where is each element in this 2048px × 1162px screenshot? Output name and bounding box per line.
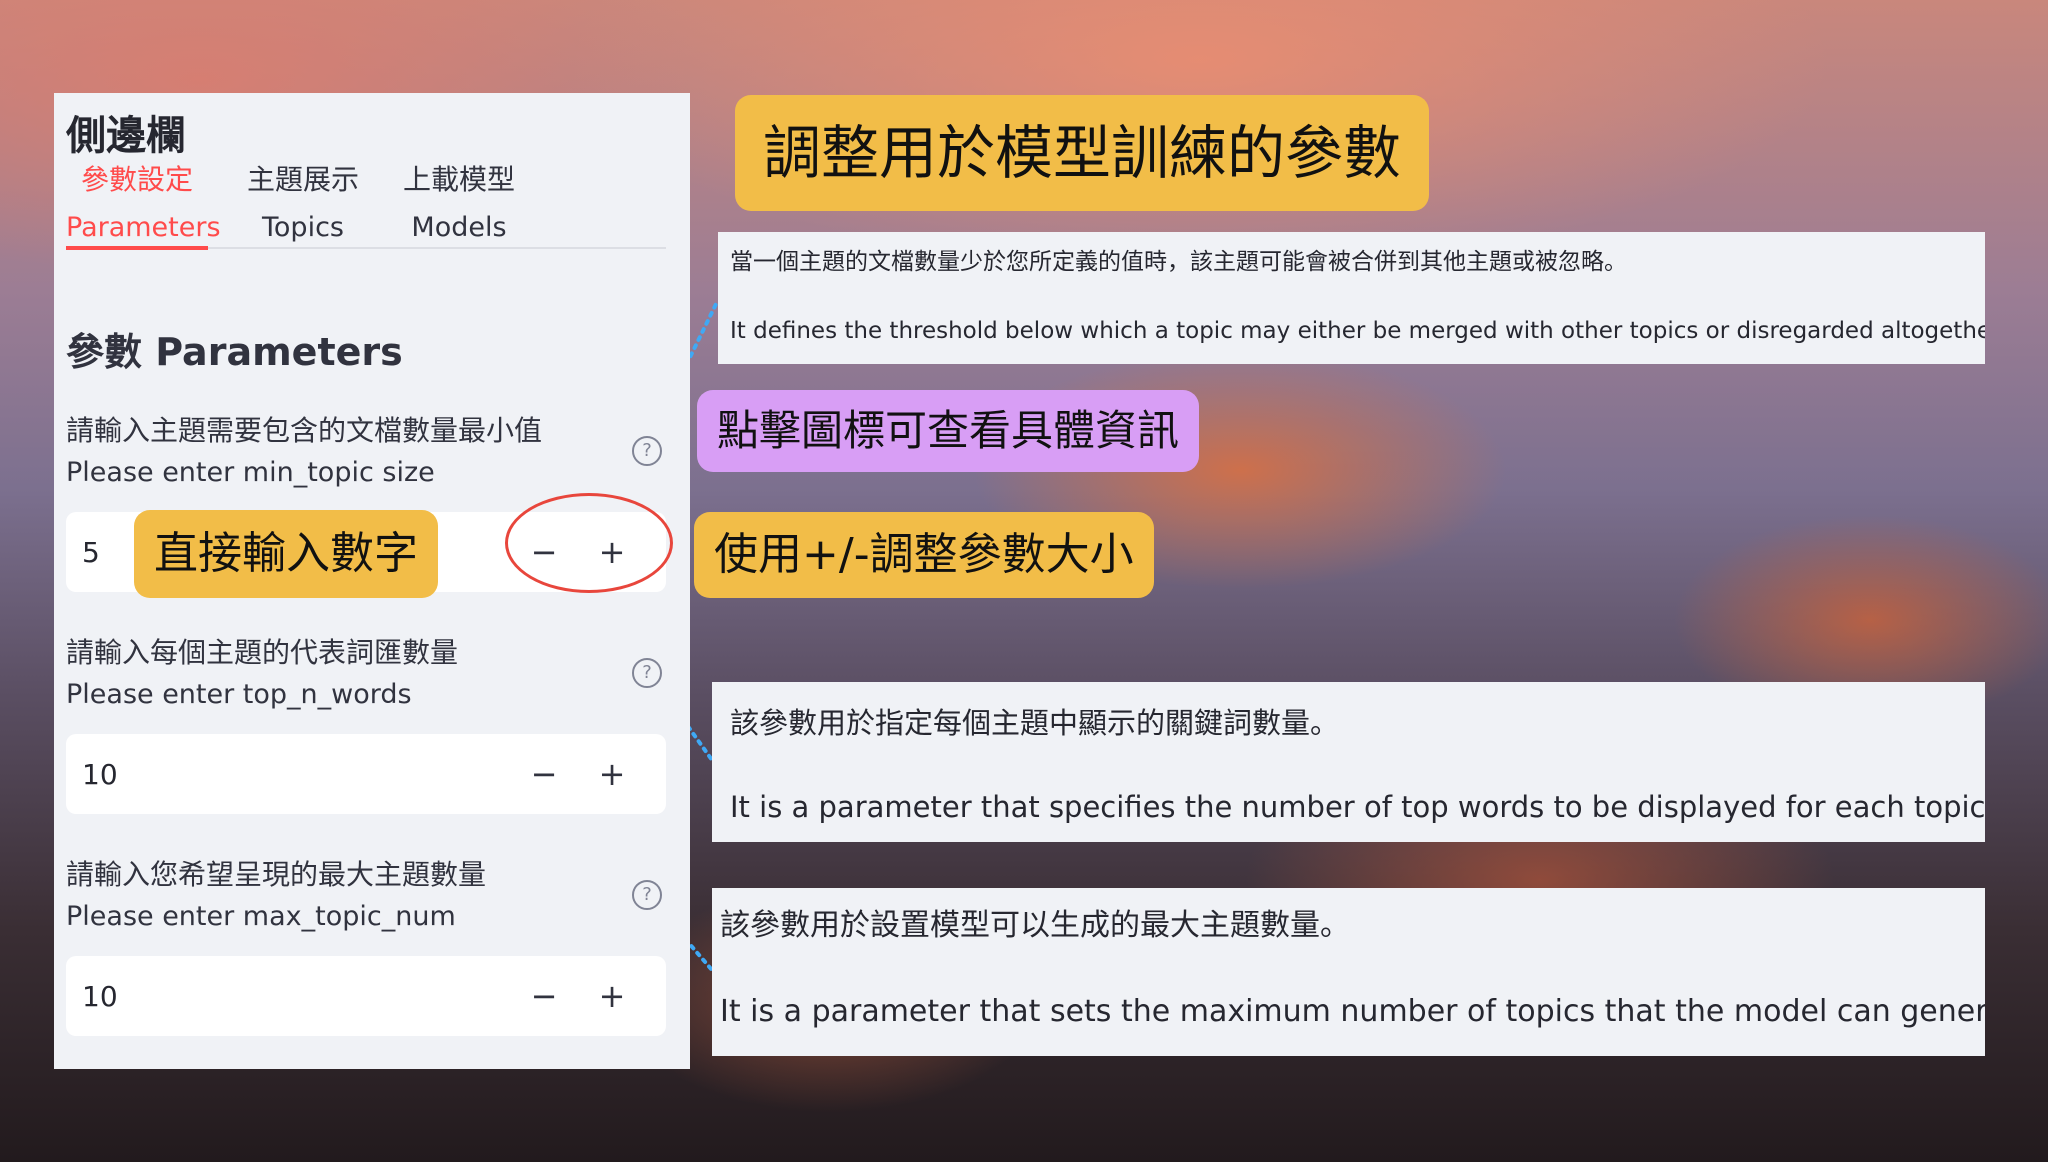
sidebar-title: 側邊欄	[66, 113, 186, 159]
max-topic-num-input: − +	[66, 956, 666, 1036]
param-label-en: Please enter max_topic_num	[66, 901, 456, 932]
tab-parameters[interactable]: 參數設定 Parameters	[66, 155, 221, 251]
help-icon[interactable]: ?	[632, 436, 662, 466]
param-label-zh: 請輸入每個主題的代表詞匯數量	[66, 636, 459, 669]
tab-label-zh: 參數設定	[80, 163, 193, 196]
tooltip-text-zh: 當一個主題的文檔數量少於您所定義的值時，該主題可能會被合併到其他主題或被忽略。	[730, 249, 1627, 275]
tooltip-min-topic-size: 當一個主題的文檔數量少於您所定義的值時，該主題可能會被合併到其他主題或被忽略。 …	[718, 232, 1985, 364]
tab-label-en: Parameters	[66, 212, 221, 243]
tab-models[interactable]: 上載模型 Models	[384, 155, 534, 251]
param-label-zh: 請輸入您希望呈現的最大主題數量	[66, 858, 487, 891]
increment-button[interactable]: +	[586, 748, 638, 800]
tooltip-text-zh: 該參數用於指定每個主題中顯示的關鍵詞數量。	[730, 706, 1340, 740]
tab-label-en: Topics	[262, 212, 344, 243]
top-n-words-input: − +	[66, 734, 666, 814]
param-label-en: Please enter top_n_words	[66, 679, 412, 710]
decrement-button[interactable]: −	[518, 748, 570, 800]
tooltip-text-en: It is a parameter that specifies the num…	[730, 790, 1985, 824]
tooltip-max-topic-num: 該參數用於設置模型可以生成的最大主題數量。 It is a parameter …	[712, 888, 1985, 1056]
callout-plus-minus: 使用+/-調整參數大小	[694, 512, 1154, 598]
help-icon[interactable]: ?	[632, 880, 662, 910]
tooltip-text-en: It is a parameter that sets the maximum …	[720, 994, 1985, 1029]
callout-click-icon: 點擊圖標可查看具體資訊	[697, 390, 1200, 472]
tab-label-zh: 主題展示	[246, 163, 359, 196]
tab-topics[interactable]: 主題展示 Topics	[228, 155, 378, 251]
increment-button[interactable]: +	[586, 970, 638, 1022]
callout-adjust-params: 調整用於模型訓練的參數	[735, 95, 1430, 211]
active-tab-indicator	[66, 246, 208, 250]
number-field[interactable]	[82, 734, 382, 814]
param-label-zh: 請輸入主題需要包含的文檔數量最小值	[66, 414, 543, 447]
section-heading: 參數 Parameters	[66, 330, 403, 374]
tab-label-en: Models	[411, 212, 507, 243]
callout-direct-input: 直接輸入數字	[134, 510, 438, 598]
annotation-circle	[505, 493, 673, 593]
decrement-button[interactable]: −	[518, 970, 570, 1022]
tooltip-text-zh: 該參數用於設置模型可以生成的最大主題數量。	[720, 908, 1350, 943]
tooltip-top-n-words: 該參數用於指定每個主題中顯示的關鍵詞數量。 It is a parameter …	[712, 682, 1985, 842]
help-icon[interactable]: ?	[632, 658, 662, 688]
tab-label-zh: 上載模型	[402, 163, 515, 196]
param-label-en: Please enter min_topic size	[66, 457, 435, 488]
number-field[interactable]	[82, 956, 382, 1036]
tooltip-text-en: It defines the threshold below which a t…	[730, 318, 1985, 344]
